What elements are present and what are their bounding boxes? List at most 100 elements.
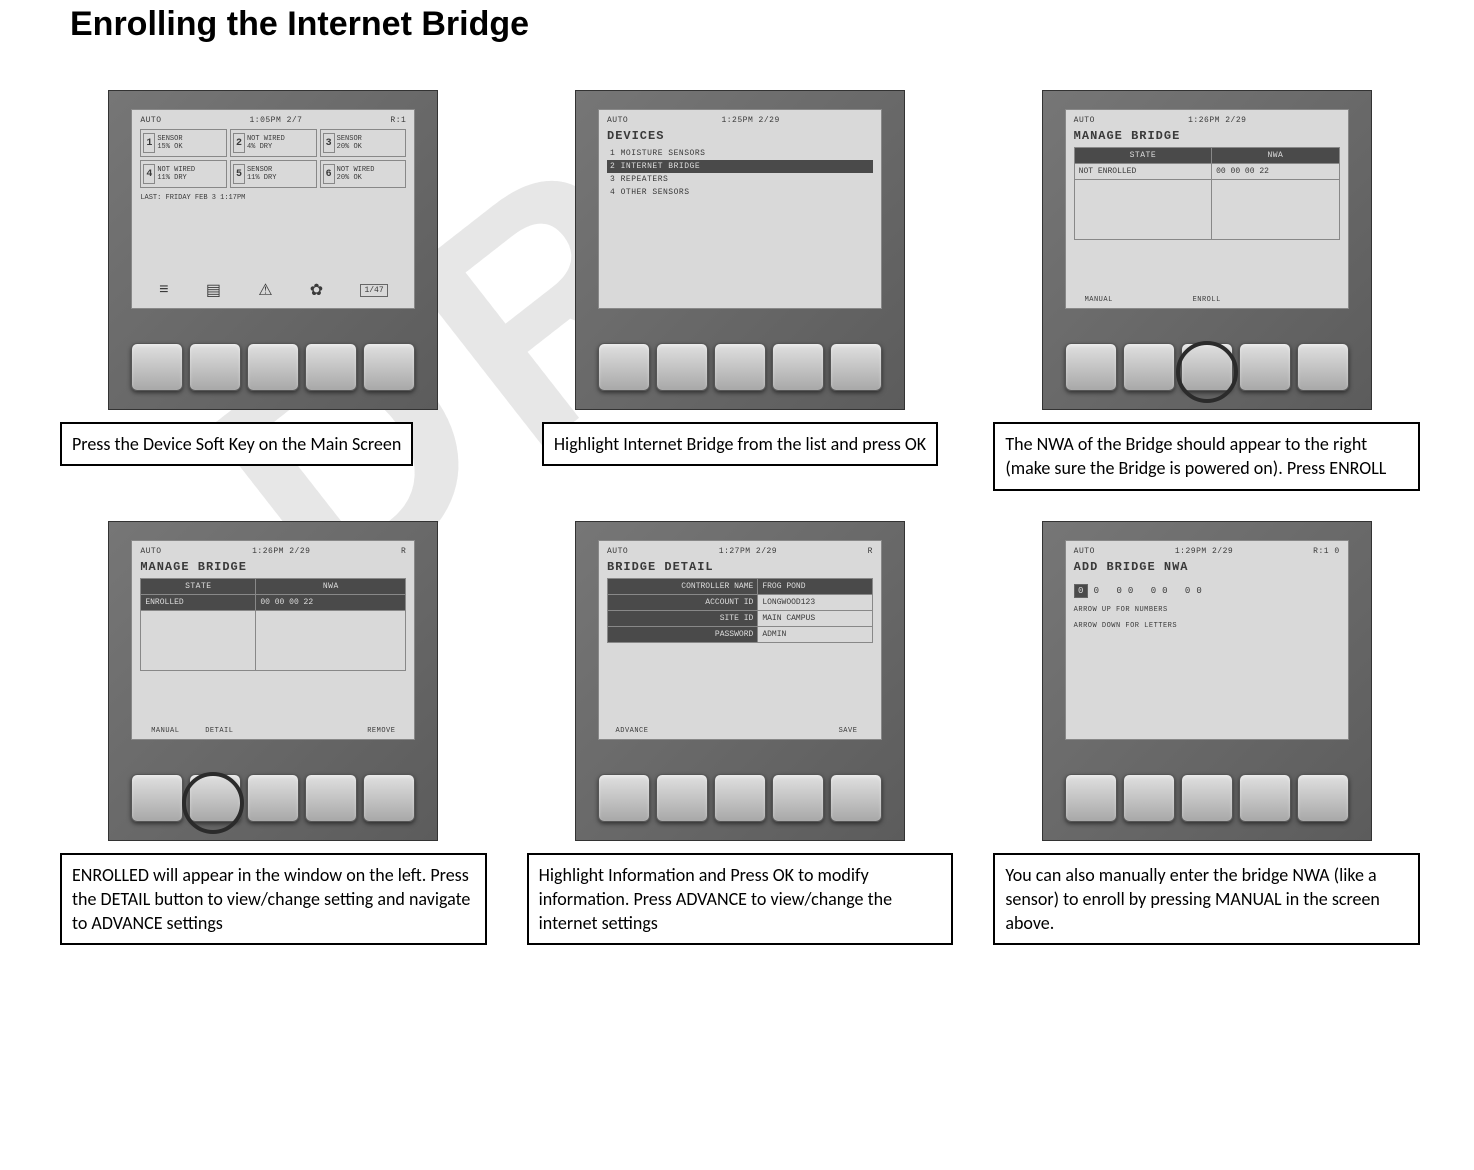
softkey-button[interactable] [830,343,882,391]
softkey-button[interactable] [1297,774,1349,822]
step-caption: The NWA of the Bridge should appear to t… [993,422,1420,491]
sensor-cell: 4NOT WIRED11% DRY [140,160,227,188]
softkey-labels: MANUAL ENROLL [1072,296,1342,304]
softkey-row [598,343,882,391]
controller-device: AUTO 1:27PM 2/29 R BRIDGE DETAIL CONTROL… [575,521,905,841]
sensor-cell: 1SENSOR15% OK [140,129,227,157]
sensor-cell: 2NOT WIRED4% DRY [230,129,317,157]
mode-label: AUTO [607,116,628,125]
softkey-labels: ADVANCE SAVE [605,727,875,735]
clock-label: 1:27PM 2/29 [719,547,777,556]
hint-text: ARROW UP FOR NUMBERS [1074,606,1340,614]
softkey-button[interactable] [598,774,650,822]
lcd-screen: AUTO 1:25PM 2/29 DEVICES 1 MOISTURE SENS… [598,109,882,309]
gear-icon: ✿ [310,280,323,300]
list-item: 1 MOISTURE SENSORS [607,147,873,160]
rcol-label: R [401,547,406,556]
rcol-label: R:1 0 [1313,547,1340,556]
softkey-button[interactable] [830,774,882,822]
step-row-1: AUTO 1:05PM 2/7 R:1 1SENSOR15% OK 2NOT W… [60,90,1420,491]
softkey-button[interactable] [247,774,299,822]
step-5: AUTO 1:27PM 2/29 R BRIDGE DETAIL CONTROL… [527,521,954,946]
warning-icon: ⚠ [258,280,272,300]
list-item: 4 OTHER SENSORS [607,186,873,199]
softkey-button[interactable] [656,774,708,822]
hint-text: ARROW DOWN FOR LETTERS [1074,622,1340,630]
lcd-screen: AUTO 1:26PM 2/29 R MANAGE BRIDGE STATENW… [131,540,415,740]
step-caption: Highlight Internet Bridge from the list … [542,422,938,466]
softkey-button[interactable] [772,343,824,391]
nwa-value: 00 00 00 22 [256,594,406,610]
menu-icon: ≡ [159,281,169,299]
nwa-digit: 0 [1074,584,1088,598]
step-6: AUTO 1:29PM 2/29 R:1 0 ADD BRIDGE NWA 0 … [993,521,1420,946]
rcol-label: R [868,547,873,556]
mode-label: AUTO [140,116,161,125]
lcd-screen: AUTO 1:27PM 2/29 R BRIDGE DETAIL CONTROL… [598,540,882,740]
softkey-button[interactable] [189,343,241,391]
step-3: AUTO 1:26PM 2/29 MANAGE BRIDGE STATENWA … [993,90,1420,491]
softkey-button[interactable] [1065,774,1117,822]
mode-label: AUTO [1074,547,1095,556]
softkey-button[interactable] [189,774,241,822]
screen-title: MANAGE BRIDGE [140,560,406,574]
page-indicator: 1/47 [360,284,387,297]
step-grid: AUTO 1:05PM 2/7 R:1 1SENSOR15% OK 2NOT W… [60,90,1420,945]
clock-label: 1:26PM 2/29 [252,547,310,556]
softkey-button[interactable] [1123,774,1175,822]
softkey-labels: MANUAL DETAIL REMOVE [138,727,408,735]
lcd-screen: AUTO 1:05PM 2/7 R:1 1SENSOR15% OK 2NOT W… [131,109,415,309]
detail-table: CONTROLLER NAMEFROG POND ACCOUNT IDLONGW… [607,578,873,643]
clock-label: 1:05PM 2/7 [249,116,302,125]
softkey-button[interactable] [1239,774,1291,822]
screen-title: BRIDGE DETAIL [607,560,873,574]
list-item: 3 REPEATERS [607,173,873,186]
nwa-digit: 0 [1151,586,1156,596]
softkey-button[interactable] [656,343,708,391]
softkey-button[interactable] [363,343,415,391]
softkey-button[interactable] [598,343,650,391]
state-value: ENROLLED [141,594,256,610]
softkey-row [1065,343,1349,391]
softkey-row [598,774,882,822]
nwa-digit: 0 [1116,586,1121,596]
last-run-label: LAST: FRIDAY FEB 3 1:17PM [140,194,406,202]
softkey-button[interactable] [305,774,357,822]
controller-device: AUTO 1:26PM 2/29 R MANAGE BRIDGE STATENW… [108,521,438,841]
list-item-selected: 2 INTERNET BRIDGE [607,160,873,173]
sensor-cell: 5SENSOR11% DRY [230,160,317,188]
state-value: NOT ENROLLED [1074,164,1211,180]
step-caption: Press the Device Soft Key on the Main Sc… [60,422,413,466]
step-4: AUTO 1:26PM 2/29 R MANAGE BRIDGE STATENW… [60,521,487,946]
nwa-digit: 0 [1128,586,1133,596]
softkey-button[interactable] [1181,343,1233,391]
lcd-screen: AUTO 1:29PM 2/29 R:1 0 ADD BRIDGE NWA 0 … [1065,540,1349,740]
mode-label: AUTO [1074,116,1095,125]
mode-label: AUTO [140,547,161,556]
screen-title: DEVICES [607,129,873,143]
softkey-button[interactable] [1181,774,1233,822]
softkey-button[interactable] [1297,343,1349,391]
nwa-digit: 0 [1185,586,1190,596]
mode-label: AUTO [607,547,628,556]
sensor-cell: 6NOT WIRED20% OK [320,160,407,188]
softkey-button[interactable] [247,343,299,391]
softkey-button[interactable] [131,343,183,391]
step-1: AUTO 1:05PM 2/7 R:1 1SENSOR15% OK 2NOT W… [60,90,487,491]
softkey-button[interactable] [1239,343,1291,391]
nwa-input-row: 0 0 0 0 0 0 0 0 [1074,584,1340,598]
softkey-button[interactable] [1123,343,1175,391]
softkey-button[interactable] [772,774,824,822]
softkey-button[interactable] [1065,343,1117,391]
softkey-button[interactable] [305,343,357,391]
lcd-screen: AUTO 1:26PM 2/29 MANAGE BRIDGE STATENWA … [1065,109,1349,309]
softkey-button[interactable] [714,343,766,391]
softkey-button[interactable] [131,774,183,822]
screen-title: MANAGE BRIDGE [1074,129,1340,143]
sensor-grid: 1SENSOR15% OK 2NOT WIRED4% DRY 3SENSOR20… [140,129,406,188]
softkey-button[interactable] [714,774,766,822]
step-caption: You can also manually enter the bridge N… [993,853,1420,946]
softkey-button[interactable] [363,774,415,822]
page-title: Enrolling the Internet Bridge [70,5,529,44]
nwa-value: 00 00 00 22 [1212,164,1340,180]
